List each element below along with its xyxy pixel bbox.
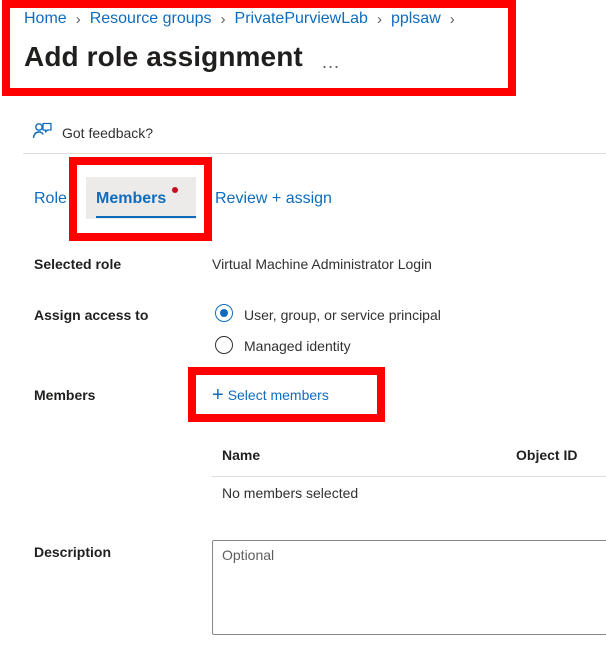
feedback-icon	[32, 121, 62, 144]
radio-managed-identity[interactable]	[215, 336, 233, 354]
description-field[interactable]	[212, 540, 606, 635]
assign-access-label: Assign access to	[34, 307, 149, 323]
tab-role[interactable]: Role	[34, 190, 67, 208]
table-header-divider	[212, 476, 606, 477]
divider	[23, 153, 606, 154]
members-tab-highlight	[69, 157, 212, 241]
description-label: Description	[34, 544, 112, 560]
selected-role-value: Virtual Machine Administrator Login	[212, 256, 432, 272]
radio-managed-identity-label[interactable]: Managed identity	[244, 338, 351, 354]
selected-role-label: Selected role	[34, 256, 122, 272]
members-label: Members	[34, 387, 96, 403]
column-header-name[interactable]: Name	[222, 447, 260, 463]
select-members-highlight	[188, 367, 385, 422]
radio-user-group-sp-label[interactable]: User, group, or service principal	[244, 307, 441, 323]
header-highlight	[2, 0, 516, 96]
column-header-object-id[interactable]: Object ID	[516, 447, 577, 463]
members-empty-text: No members selected	[222, 485, 359, 501]
tab-review-assign[interactable]: Review + assign	[215, 190, 332, 208]
feedback-label: Got feedback?	[62, 124, 154, 141]
feedback-link[interactable]: Got feedback?	[32, 121, 153, 144]
radio-user-group-sp[interactable]	[215, 304, 233, 322]
